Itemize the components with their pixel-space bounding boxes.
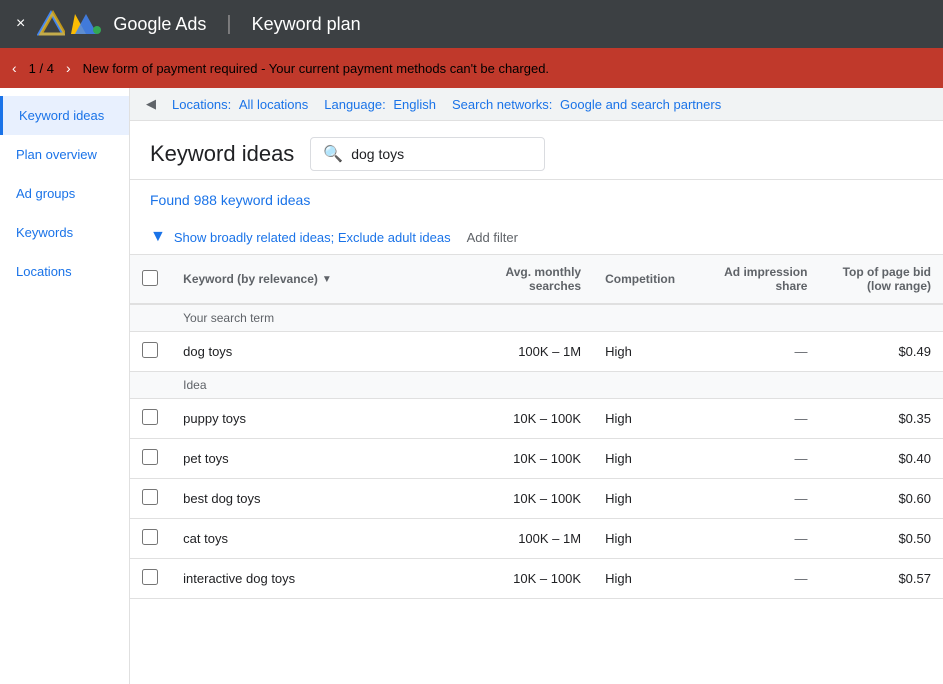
- filter-funnel-icon: ▼: [150, 228, 166, 246]
- table-section-row: Your search term: [130, 304, 943, 332]
- plan-title: Keyword plan: [252, 14, 361, 35]
- locations-value[interactable]: All locations: [239, 97, 308, 112]
- nav-counter: 1 / 4: [29, 61, 54, 76]
- row-impression-share: —: [696, 519, 819, 559]
- row-keyword: dog toys: [171, 332, 459, 372]
- table-header-row: Keyword (by relevance) ▼ Avg. monthly se…: [130, 255, 943, 305]
- sort-icon: ▼: [322, 274, 332, 285]
- row-checkbox[interactable]: [142, 489, 158, 505]
- page-title: Keyword ideas: [150, 141, 294, 167]
- row-impression-share: —: [696, 479, 819, 519]
- filter-link[interactable]: Show broadly related ideas; Exclude adul…: [174, 230, 451, 245]
- select-all-checkbox[interactable]: [142, 270, 158, 286]
- sidebar-item-keyword-ideas[interactable]: Keyword ideas: [0, 96, 129, 135]
- header-competition: Competition: [593, 255, 696, 305]
- sidebar-item-plan-overview[interactable]: Plan overview: [0, 135, 129, 174]
- table-section-row: Idea: [130, 372, 943, 399]
- collapse-button[interactable]: ◀: [146, 96, 156, 112]
- main-layout: Keyword ideas Plan overview Ad groups Ke…: [0, 88, 943, 684]
- keyword-ideas-header: Keyword ideas 🔍: [130, 121, 943, 180]
- search-input[interactable]: [351, 146, 532, 162]
- search-box[interactable]: 🔍: [310, 137, 545, 171]
- row-impression-share: —: [696, 332, 819, 372]
- row-keyword: cat toys: [171, 519, 459, 559]
- row-competition: High: [593, 399, 696, 439]
- row-checkbox[interactable]: [142, 449, 158, 465]
- table-row: best dog toys 10K – 100K High — $0.60: [130, 479, 943, 519]
- row-keyword: puppy toys: [171, 399, 459, 439]
- row-impression-share: —: [696, 399, 819, 439]
- row-competition: High: [593, 519, 696, 559]
- row-searches: 10K – 100K: [459, 399, 593, 439]
- notification-message: New form of payment required - Your curr…: [83, 61, 549, 76]
- header-searches: Avg. monthly searches: [459, 255, 593, 305]
- language-value[interactable]: English: [393, 97, 436, 112]
- row-checkbox-cell: [130, 559, 171, 599]
- app-name: Google Ads: [113, 14, 206, 35]
- row-bid: $0.60: [819, 479, 943, 519]
- row-keyword: pet toys: [171, 439, 459, 479]
- table-row: cat toys 100K – 1M High — $0.50: [130, 519, 943, 559]
- row-checkbox[interactable]: [142, 342, 158, 358]
- google-logo-multi: [71, 12, 101, 36]
- sidebar: Keyword ideas Plan overview Ad groups Ke…: [0, 88, 130, 684]
- content-area: ◀ Locations: All locations Language: Eng…: [130, 88, 943, 684]
- sidebar-item-keywords[interactable]: Keywords: [0, 213, 129, 252]
- table-row: pet toys 10K – 100K High — $0.40: [130, 439, 943, 479]
- row-keyword: interactive dog toys: [171, 559, 459, 599]
- row-searches: 10K – 100K: [459, 479, 593, 519]
- logo-container: [37, 10, 101, 38]
- row-bid: $0.50: [819, 519, 943, 559]
- keyword-table: Keyword (by relevance) ▼ Avg. monthly se…: [130, 254, 943, 599]
- sidebar-item-ad-groups[interactable]: Ad groups: [0, 174, 129, 213]
- row-impression-share: —: [696, 439, 819, 479]
- row-searches: 10K – 100K: [459, 559, 593, 599]
- notification-bar: ‹ 1 / 4 › New form of payment required -…: [0, 48, 943, 88]
- row-competition: High: [593, 559, 696, 599]
- language-filter: Language: English: [324, 97, 436, 112]
- row-competition: High: [593, 439, 696, 479]
- nav-prev-button[interactable]: ‹: [12, 60, 17, 76]
- header-checkbox-col: [130, 255, 171, 305]
- row-bid: $0.35: [819, 399, 943, 439]
- row-checkbox-cell: [130, 519, 171, 559]
- row-checkbox[interactable]: [142, 529, 158, 545]
- row-checkbox-cell: [130, 332, 171, 372]
- row-keyword: best dog toys: [171, 479, 459, 519]
- locations-filter: Locations: All locations: [172, 97, 308, 112]
- networks-value[interactable]: Google and search partners: [560, 97, 721, 112]
- table-row: interactive dog toys 10K – 100K High — $…: [130, 559, 943, 599]
- nav-next-button[interactable]: ›: [66, 60, 71, 76]
- search-icon: 🔍: [323, 144, 343, 164]
- google-ads-logo: [37, 10, 65, 38]
- header-divider: |: [226, 13, 231, 36]
- row-searches: 10K – 100K: [459, 439, 593, 479]
- found-count: Found 988 keyword ideas: [130, 180, 943, 220]
- header-impression-share: Ad impression share: [696, 255, 819, 305]
- table-row: dog toys 100K – 1M High — $0.49: [130, 332, 943, 372]
- sidebar-item-locations[interactable]: Locations: [0, 252, 129, 291]
- networks-filter: Search networks: Google and search partn…: [452, 97, 721, 112]
- row-bid: $0.40: [819, 439, 943, 479]
- row-competition: High: [593, 332, 696, 372]
- header-keyword: Keyword (by relevance) ▼: [171, 255, 459, 305]
- row-checkbox-cell: [130, 479, 171, 519]
- table-row: puppy toys 10K – 100K High — $0.35: [130, 399, 943, 439]
- top-header: × Google Ads | Keyword plan: [0, 0, 943, 48]
- row-searches: 100K – 1M: [459, 519, 593, 559]
- add-filter-button[interactable]: Add filter: [467, 230, 518, 245]
- close-icon[interactable]: ×: [16, 15, 25, 33]
- filter-bar: ◀ Locations: All locations Language: Eng…: [130, 88, 943, 121]
- row-impression-share: —: [696, 559, 819, 599]
- row-checkbox-cell: [130, 439, 171, 479]
- header-top-bid: Top of page bid (low range): [819, 255, 943, 305]
- row-competition: High: [593, 479, 696, 519]
- row-bid: $0.49: [819, 332, 943, 372]
- row-searches: 100K – 1M: [459, 332, 593, 372]
- filter-row: ▼ Show broadly related ideas; Exclude ad…: [130, 220, 943, 254]
- row-checkbox[interactable]: [142, 409, 158, 425]
- row-bid: $0.57: [819, 559, 943, 599]
- row-checkbox-cell: [130, 399, 171, 439]
- row-checkbox[interactable]: [142, 569, 158, 585]
